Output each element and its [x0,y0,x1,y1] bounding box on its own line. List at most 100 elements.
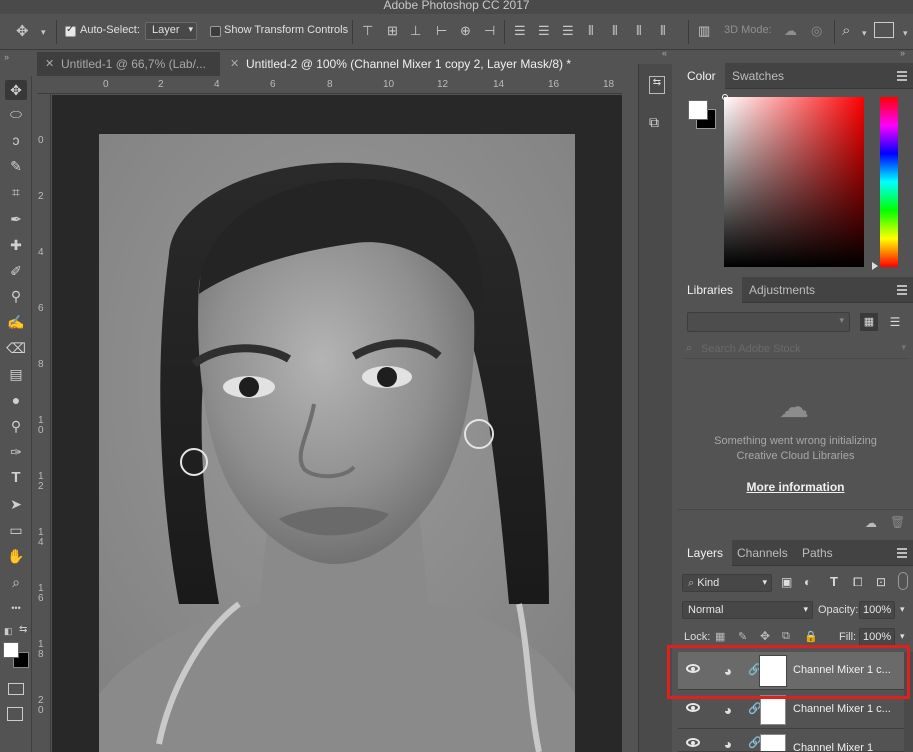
quick-mask-icon[interactable] [8,683,24,695]
marquee-tool-icon[interactable]: ⬭ [5,104,27,124]
workspace-icon[interactable] [874,22,894,38]
hue-slider[interactable] [880,97,898,267]
layer-mask-thumbnail[interactable] [760,695,786,725]
smart-object-filter-icon[interactable]: ⊡ [876,575,886,589]
chevron-down-icon[interactable]: ▾ [900,604,905,615]
chevron-down-icon[interactable]: ▾ [41,25,46,39]
zoom-tool-icon[interactable]: ⌕ [5,572,27,592]
swap-colors-icon[interactable]: ⇆ [19,624,27,635]
hand-tool-icon[interactable]: ✋ [5,546,27,566]
tab-paths[interactable]: Paths [793,540,842,566]
trash-icon[interactable]: 🗑 [890,515,905,529]
3d-roll-icon[interactable]: ◎ [811,24,822,38]
shape-filter-icon[interactable]: ⧠ [853,575,863,590]
distribute-bottom-icon[interactable]: ☰ [562,24,574,38]
auto-align-icon[interactable]: ▥ [698,24,710,38]
align-bottom-icon[interactable]: ⊥ [410,24,421,38]
gradient-tool-icon[interactable]: ▤ [5,364,27,384]
brush-tool-icon[interactable]: ✐ [5,261,27,281]
lock-transparent-icon[interactable]: ▦ [715,630,725,643]
lock-position-icon[interactable]: ✥ [760,629,770,643]
properties-panel-icon[interactable]: ⧉ [649,114,667,132]
visibility-eye-icon[interactable] [686,738,700,747]
chevron-down-icon[interactable]: ▾ [903,26,908,40]
panel-menu-icon[interactable] [897,548,907,558]
color-field[interactable] [724,97,864,267]
rectangle-tool-icon[interactable]: ▭ [5,520,27,540]
distribute-spacing-icon[interactable]: ⦀ [660,24,666,38]
color-picker-handle[interactable] [722,94,728,100]
chevron-down-icon[interactable]: ▾ [862,26,867,40]
crop-tool-icon[interactable]: ⌗ [5,182,27,202]
distribute-right-icon[interactable]: ⦀ [636,24,642,38]
move-tool-icon[interactable]: ✥ [16,24,29,39]
kind-filter[interactable]: ⌕ Kind ▾ [682,574,772,592]
screen-mode-icon[interactable] [7,707,23,721]
list-view-icon[interactable]: ☰ [886,313,904,331]
lock-image-icon[interactable]: ✎ [738,630,747,643]
foreground-color-swatch[interactable] [688,100,708,120]
collapse-arrows-icon[interactable]: » [900,48,905,58]
blend-mode-select[interactable]: Normal ▾ [682,601,813,619]
close-icon[interactable]: ✕ [230,57,239,70]
dodge-tool-icon[interactable]: ⚲ [5,416,27,436]
filter-toggle[interactable] [898,572,908,590]
lasso-tool-icon[interactable]: ↄ [5,130,27,150]
pixel-filter-icon[interactable]: ▣ [781,575,792,589]
eraser-icon[interactable]: ⌫ [5,338,27,358]
tab-libraries[interactable]: Libraries [678,277,743,303]
distribute-vcenter-icon[interactable]: ☰ [538,24,550,38]
blur-tool-icon[interactable]: ● [5,390,27,410]
align-right-icon[interactable]: ⊣ [484,24,495,38]
distribute-left-icon[interactable]: ⦀ [588,24,594,38]
type-tool-icon[interactable]: T [5,468,27,488]
cloud-sync-icon[interactable]: ☁ [865,516,877,530]
3d-orbit-icon[interactable]: ☁ [784,24,797,38]
align-left-icon[interactable]: ⊢ [436,24,447,38]
collapse-arrows-icon[interactable]: » [4,52,9,62]
panel-menu-icon[interactable] [897,285,907,295]
healing-brush-icon[interactable]: ✚ [5,235,27,255]
toolbar-foreground-color[interactable] [3,642,19,658]
align-top-icon[interactable]: ⊤ [362,24,373,38]
opacity-input[interactable]: 100% [859,601,895,619]
distribute-hcenter-icon[interactable]: ⦀ [612,24,618,38]
more-information-link[interactable]: More information [678,480,913,494]
search-icon[interactable]: ⌕ [842,23,850,38]
quick-select-icon[interactable]: ✎ [5,156,27,176]
library-select[interactable]: ▾ [687,312,850,332]
auto-select-dropdown[interactable]: Layer ▾ [145,22,197,40]
align-vcenter-icon[interactable]: ⊞ [387,24,398,38]
lock-artboard-icon[interactable]: ⧉ [782,630,790,643]
more-tools-icon[interactable]: ••• [5,598,27,618]
layer-name[interactable]: Channel Mixer 1 c... [793,703,891,715]
tab-untitled-1[interactable]: ✕ Untitled-1 @ 66,7% (Lab/... [37,52,220,76]
fill-input[interactable]: 100% [859,628,895,646]
distribute-top-icon[interactable]: ☰ [514,24,526,38]
align-hcenter-icon[interactable]: ⊕ [460,24,471,38]
pen-tool-icon[interactable]: ✑ [5,442,27,462]
layer-name[interactable]: Channel Mixer 1 [793,742,873,751]
document-image[interactable] [99,134,575,752]
tab-layers[interactable]: Layers [678,540,733,566]
tab-channels[interactable]: Channels [728,540,797,566]
history-brush-icon[interactable]: ✍ [5,312,27,332]
clone-stamp-icon[interactable]: ⚲ [5,286,27,306]
stock-search-field[interactable]: ⌕ Search Adobe Stock ▾ [684,341,909,359]
visibility-eye-icon[interactable] [686,703,700,712]
layer-mask-thumbnail[interactable] [760,734,786,751]
tab-adjustments[interactable]: Adjustments [740,277,824,303]
tab-untitled-2[interactable]: ✕ Untitled-2 @ 100% (Channel Mixer 1 cop… [220,52,622,76]
close-icon[interactable]: ✕ [45,57,54,70]
tab-swatches[interactable]: Swatches [723,63,793,89]
canvas-area[interactable] [52,95,622,752]
adjustment-filter-icon[interactable]: ◐ [804,575,811,589]
path-select-icon[interactable]: ➤ [5,494,27,514]
default-colors-icon[interactable]: ◧ [4,626,13,637]
history-panel-icon[interactable]: ⇆ [649,76,665,94]
grid-view-icon[interactable]: ▦ [860,313,878,331]
tab-color[interactable]: Color [678,63,725,89]
panel-menu-icon[interactable] [897,71,907,81]
eyedropper-icon[interactable]: ✒ [5,209,27,229]
chevron-down-icon[interactable]: ▾ [900,631,905,642]
